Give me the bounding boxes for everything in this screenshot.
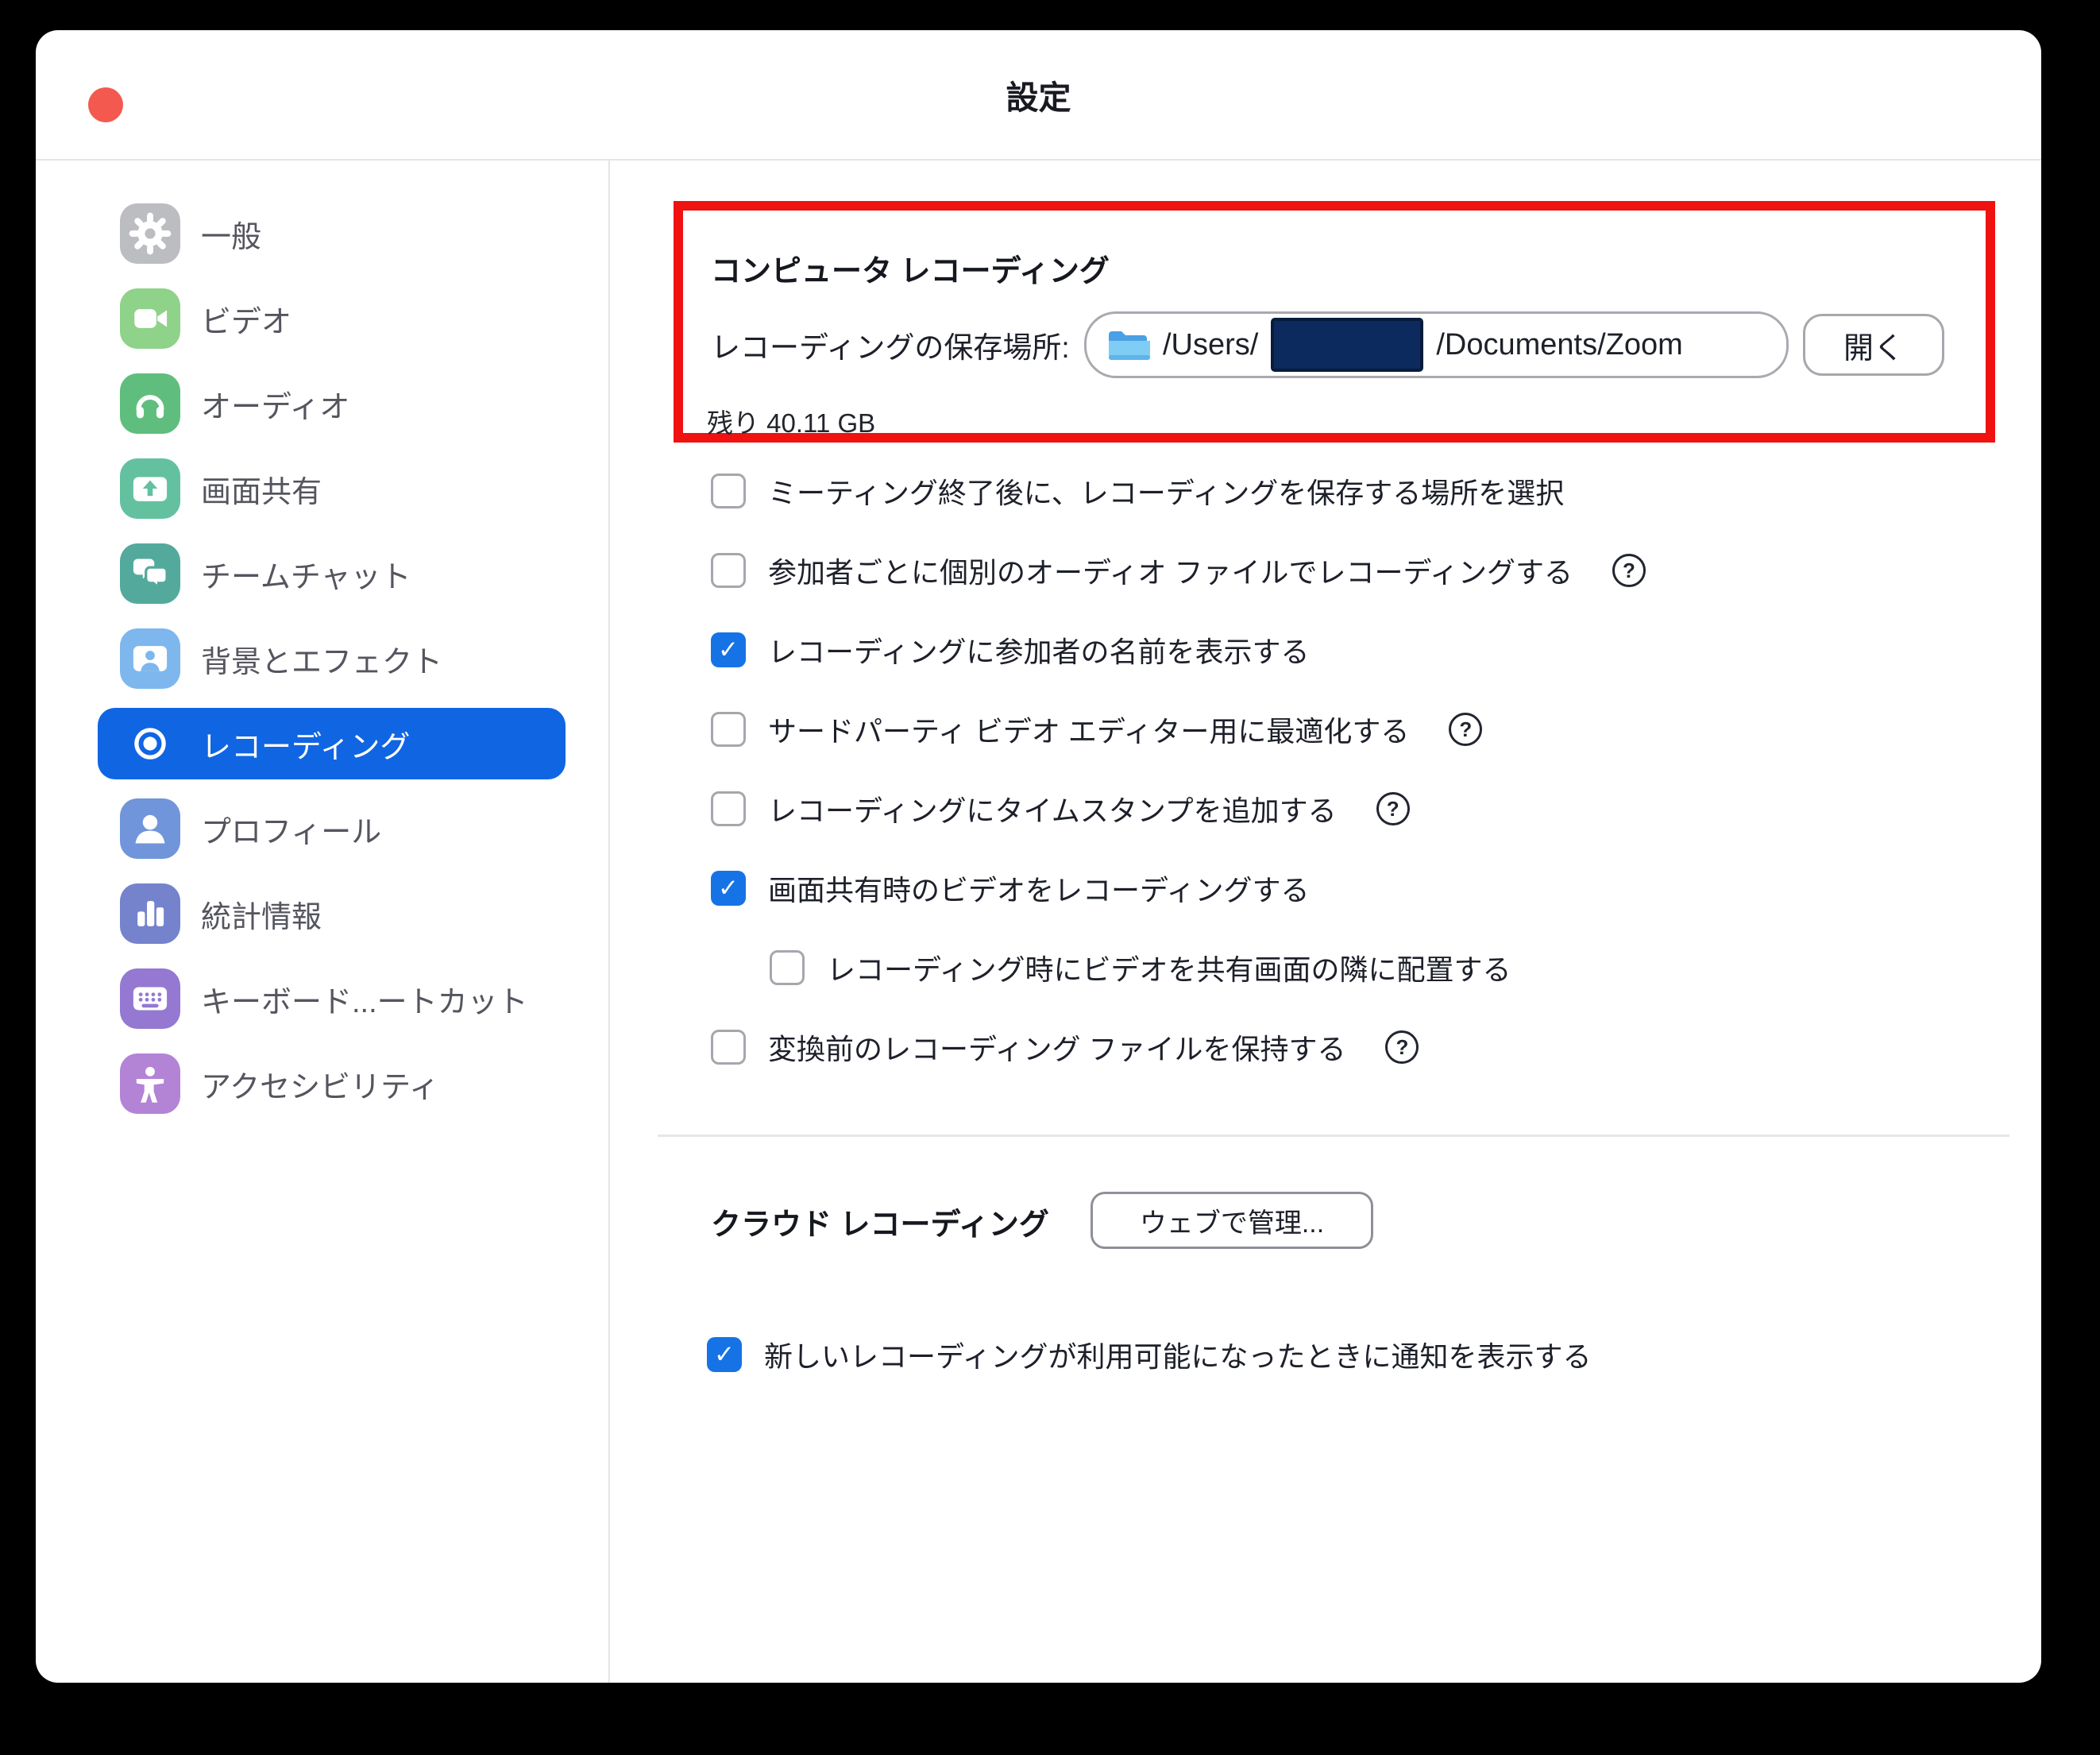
checkbox-checked[interactable]: ✓ [707,1337,742,1372]
sidebar-item-screen-share[interactable]: 画面共有 [98,453,566,524]
sidebar-item-label: キーボード...ートカット [201,977,528,1021]
profile-icon [120,798,180,859]
sidebar-item-label: 背景とエフェクト [201,637,442,681]
headphones-icon [120,373,180,434]
path-suffix: /Documents/Zoom [1436,328,1682,362]
checkbox-checked[interactable]: ✓ [711,871,746,906]
background-effects-icon [120,628,180,689]
sidebar-item-label: ビデオ [201,297,291,341]
statistics-icon [120,883,180,944]
manage-on-web-button[interactable]: ウェブで管理... [1091,1192,1373,1249]
section-divider [658,1135,2009,1137]
option-row[interactable]: ✓ レコーディングに参加者の名前を表示する [711,610,1646,690]
sidebar-item-keyboard[interactable]: キーボード...ートカット [98,963,566,1034]
recording-path-field[interactable]: /Users/ /Documents/Zoom [1084,311,1789,378]
sidebar-item-headphones[interactable]: オーディオ [98,368,566,439]
settings-window: 設定 一般ビデオオーディオ画面共有チームチャット背景とエフェクトレコーディングプ… [36,30,2041,1683]
sidebar-item-profile[interactable]: プロフィール [98,793,566,864]
cloud-recording-heading: クラウド レコーディング [711,1200,1049,1243]
checkbox-unchecked[interactable] [711,474,746,508]
sidebar-item-label: 統計情報 [201,892,322,936]
option-label: サードパーティ ビデオ エディター用に最適化する [768,709,1409,750]
help-icon[interactable]: ? [1449,713,1482,746]
accessibility-icon [120,1053,180,1114]
sidebar-item-label: チームチャット [201,552,411,596]
folder-icon [1106,327,1150,365]
help-icon[interactable]: ? [1385,1030,1419,1064]
checkbox-unchecked[interactable] [711,791,746,826]
sidebar-item-label: プロフィール [201,807,381,851]
option-label: 参加者ごとに個別のオーディオ ファイルでレコーディングする [768,550,1573,591]
sidebar-item-gear[interactable]: 一般 [98,198,566,269]
sidebar-item-label: レコーディング [201,722,410,766]
help-icon[interactable]: ? [1612,554,1646,587]
option-row[interactable]: ✓ 画面共有時のビデオをレコーディングする [711,849,1646,928]
option-label: 画面共有時のビデオをレコーディングする [768,868,1309,909]
option-row[interactable]: 変換前のレコーディング ファイルを保持する? [711,1007,1646,1087]
sidebar-item-label: アクセシビリティ [201,1062,439,1106]
keyboard-icon [120,968,180,1029]
recording-location-label: レコーディングの保存場所: [711,311,1070,378]
chat-bubbles-icon [120,543,180,604]
checkbox-unchecked[interactable] [711,553,746,588]
computer-recording-heading: コンピュータ レコーディング [711,246,1110,290]
sidebar-item-statistics[interactable]: 統計情報 [98,878,566,949]
cloud-notify-option: ✓ 新しいレコーディングが利用可能になったときに通知を表示する [707,1315,1591,1394]
redacted-username [1271,318,1423,372]
record-icon [120,713,180,774]
sidebar-item-label: オーディオ [201,382,349,426]
checkbox-checked[interactable]: ✓ [711,632,746,667]
checkbox-unchecked[interactable] [711,1030,746,1065]
option-label: レコーディング時にビデオを共有画面の隣に配置する [827,947,1511,988]
checkbox-unchecked[interactable] [711,712,746,747]
option-label: 変換前のレコーディング ファイルを保持する [768,1026,1345,1068]
sidebar-item-background-effects[interactable]: 背景とエフェクト [98,623,566,694]
help-icon[interactable]: ? [1376,792,1410,825]
sidebar-item-video-camera[interactable]: ビデオ [98,283,566,354]
option-label: 新しいレコーディングが利用可能になったときに通知を表示する [764,1334,1591,1375]
checkbox-unchecked[interactable] [770,950,805,985]
sidebar: 一般ビデオオーディオ画面共有チームチャット背景とエフェクトレコーディングプロフィ… [36,160,610,1683]
sidebar-item-label: 画面共有 [201,467,322,511]
open-button[interactable]: 開く [1803,314,1944,376]
option-row[interactable]: サードパーティ ビデオ エディター用に最適化する? [711,690,1646,769]
option-row[interactable]: レコーディング時にビデオを共有画面の隣に配置する [711,928,1646,1007]
title-bar: 設定 [36,30,2041,160]
remaining-storage: 残り 40.11 GB [707,402,875,440]
option-label: レコーディングに参加者の名前を表示する [768,629,1309,671]
recording-options-list: ミーティング終了後に、レコーディングを保存する場所を選択参加者ごとに個別のオーデ… [711,451,1646,1087]
option-row[interactable]: ミーティング終了後に、レコーディングを保存する場所を選択 [711,451,1646,531]
close-button[interactable] [88,87,123,122]
sidebar-item-record[interactable]: レコーディング [98,708,566,779]
sidebar-item-chat-bubbles[interactable]: チームチャット [98,538,566,609]
sidebar-item-accessibility[interactable]: アクセシビリティ [98,1048,566,1119]
option-label: レコーディングにタイムスタンプを追加する [768,788,1337,829]
window-title: 設定 [1006,71,1071,118]
gear-icon [120,203,180,264]
option-label: ミーティング終了後に、レコーディングを保存する場所を選択 [768,470,1564,512]
path-prefix: /Users/ [1163,328,1258,362]
option-row[interactable]: 参加者ごとに個別のオーディオ ファイルでレコーディングする? [711,531,1646,610]
screen-share-icon [120,458,180,519]
sidebar-item-label: 一般 [201,212,261,256]
video-camera-icon [120,288,180,349]
option-row[interactable]: レコーディングにタイムスタンプを追加する? [711,769,1646,849]
option-row[interactable]: ✓ 新しいレコーディングが利用可能になったときに通知を表示する [707,1315,1591,1394]
